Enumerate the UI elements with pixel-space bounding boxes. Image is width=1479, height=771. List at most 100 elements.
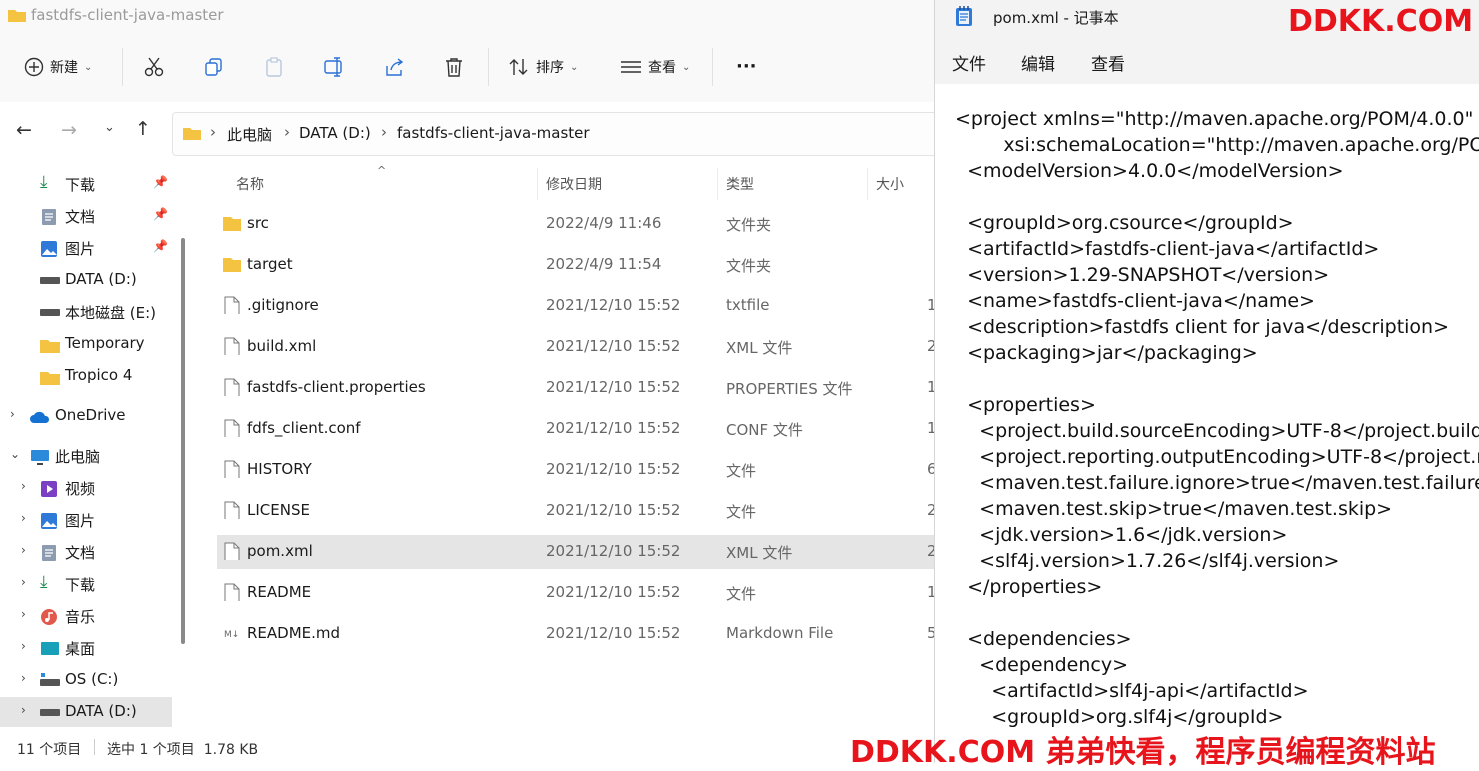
file-icon — [224, 542, 240, 560]
rename-icon[interactable] — [324, 57, 346, 77]
file-date: 2022/4/9 11:46 — [546, 214, 662, 232]
sidebar-item-desktop[interactable]: › 桌面 — [0, 633, 172, 663]
sidebar-item-videos[interactable]: › 视频 — [0, 473, 172, 503]
sidebar-item-label: OneDrive — [55, 406, 126, 424]
column-divider[interactable] — [717, 168, 718, 200]
table-row[interactable]: target 2022/4/9 11:54 文件夹 — [217, 248, 937, 282]
sort-button[interactable]: 排序 ⌄ — [508, 52, 578, 82]
column-header-size[interactable]: 大小 — [876, 174, 904, 194]
column-header-name[interactable]: 名称 — [236, 174, 264, 194]
sidebar-item-temporary[interactable]: Temporary — [0, 329, 172, 359]
sidebar-scrollbar[interactable] — [181, 238, 185, 644]
table-row[interactable]: build.xml 2021/12/10 15:52 XML 文件 2 — [217, 330, 937, 364]
chevron-right-icon[interactable]: › — [21, 703, 26, 717]
chevron-down-icon[interactable]: ⌄ — [10, 447, 20, 461]
column-header-type[interactable]: 类型 — [726, 174, 754, 194]
column-divider[interactable] — [867, 168, 868, 200]
sidebar-item-downloads-pc[interactable]: › ⤓ 下载 — [0, 569, 172, 599]
sidebar-item-os-c[interactable]: › OS (C:) — [0, 665, 172, 695]
sidebar-item-this-pc[interactable]: ⌄ 此电脑 — [0, 441, 172, 471]
sidebar-item-label: 视频 — [65, 480, 96, 498]
drive-icon — [40, 277, 60, 284]
chevron-right-icon[interactable]: › — [10, 407, 15, 421]
menu-view[interactable]: 查看 — [1091, 50, 1125, 75]
column-header-date[interactable]: 修改日期 — [546, 174, 602, 194]
copy-icon[interactable] — [204, 57, 224, 77]
selection-info: 选中 1 个项目 1.78 KB — [107, 742, 259, 758]
breadcrumb-item[interactable]: fastdfs-client-java-master — [397, 124, 590, 142]
drive-icon — [40, 709, 60, 716]
table-row[interactable]: README 2021/12/10 15:52 文件 1 — [217, 576, 937, 610]
new-button[interactable]: 新建 ⌄ — [24, 52, 92, 82]
chevron-right-icon[interactable]: › — [21, 479, 26, 493]
view-button[interactable]: 查看 ⌄ — [620, 52, 690, 82]
up-arrow-icon[interactable]: ↑ — [135, 118, 151, 140]
music-icon — [41, 609, 57, 625]
recent-locations-chevron-icon[interactable]: ⌄ — [104, 120, 115, 135]
sidebar-item-pictures[interactable]: 图片 📌 — [0, 233, 172, 263]
chevron-right-icon[interactable]: › — [21, 511, 26, 525]
file-name: HISTORY — [247, 460, 312, 478]
sidebar-item-label: 图片 — [65, 512, 96, 530]
file-explorer-window: fastdfs-client-java-master 新建 ⌄ 排序 ⌄ 查看 … — [0, 0, 953, 763]
pin-icon: 📌 — [153, 207, 168, 221]
file-date: 2021/12/10 15:52 — [546, 296, 681, 314]
sidebar-item-onedrive[interactable]: › OneDrive — [0, 401, 172, 431]
table-row[interactable]: src 2022/4/9 11:46 文件夹 — [217, 207, 937, 241]
sidebar-item-documents[interactable]: 文档 📌 — [0, 201, 172, 231]
sidebar-item-data-d-pc[interactable]: › DATA (D:) — [0, 697, 172, 727]
sidebar-item-tropico[interactable]: Tropico 4 — [0, 361, 172, 391]
table-row[interactable]: HISTORY 2021/12/10 15:52 文件 6 — [217, 453, 937, 487]
column-divider[interactable] — [537, 168, 538, 200]
folder-icon — [8, 10, 26, 22]
sidebar-item-data-d[interactable]: DATA (D:) — [0, 265, 172, 295]
editor-content[interactable]: <project xmlns="http://maven.apache.org/… — [955, 106, 1479, 730]
sidebar-item-pictures-pc[interactable]: › 图片 — [0, 505, 172, 535]
table-row[interactable]: M↓ README.md 2021/12/10 15:52 Markdown File… — [217, 617, 937, 651]
file-icon — [224, 583, 240, 601]
file-type: 文件夹 — [726, 216, 772, 234]
table-row[interactable]: pom.xml 2021/12/10 15:52 XML 文件 2 — [217, 535, 937, 569]
breadcrumb-chevron-icon: › — [284, 123, 290, 141]
navigation-pane: ⤓ 下载 📌 文档 📌 图片 📌 DATA (D:) 本地磁盘 (E:) Tem… — [0, 164, 190, 730]
sidebar-item-local-e[interactable]: 本地磁盘 (E:) — [0, 297, 172, 327]
sidebar-item-label: 本地磁盘 (E:) — [65, 304, 157, 322]
file-icon — [224, 296, 240, 314]
back-arrow-icon[interactable]: ← — [16, 119, 32, 141]
sidebar-item-music[interactable]: › 音乐 — [0, 601, 172, 631]
share-icon[interactable] — [384, 57, 404, 77]
file-icon — [224, 378, 240, 396]
chevron-down-icon: ⌄ — [682, 61, 691, 73]
cut-icon[interactable] — [144, 57, 164, 77]
file-type: 文件 — [726, 585, 757, 603]
forward-arrow-icon[interactable]: → — [61, 119, 77, 141]
sidebar-item-documents-pc[interactable]: › 文档 — [0, 537, 172, 567]
sidebar-item-downloads[interactable]: ⤓ 下载 📌 — [0, 169, 172, 199]
text-editor[interactable]: <project xmlns="http://maven.apache.org/… — [935, 84, 1479, 763]
delete-icon[interactable] — [444, 57, 464, 77]
sidebar-item-label: 下载 — [65, 576, 96, 594]
sidebar-item-label: Temporary — [65, 334, 145, 352]
menu-edit[interactable]: 编辑 — [1021, 50, 1055, 75]
table-row[interactable]: fastdfs-client.properties 2021/12/10 15:5… — [217, 371, 937, 405]
chevron-right-icon[interactable]: › — [21, 575, 26, 589]
chevron-right-icon[interactable]: › — [21, 639, 26, 653]
menu-file[interactable]: 文件 — [952, 50, 986, 75]
breadcrumb-item[interactable]: DATA (D:) — [299, 124, 371, 142]
explorer-titlebar: fastdfs-client-java-master — [0, 0, 934, 32]
table-row[interactable]: LICENSE 2021/12/10 15:52 文件 2 — [217, 494, 937, 528]
file-type: Markdown File — [726, 624, 834, 642]
chevron-right-icon[interactable]: › — [21, 671, 26, 685]
breadcrumb-item[interactable]: 此电脑 — [227, 124, 272, 145]
chevron-right-icon[interactable]: › — [21, 543, 26, 557]
chevron-right-icon[interactable]: › — [21, 607, 26, 621]
table-row[interactable]: .gitignore 2021/12/10 15:52 txtfile 1 — [217, 289, 937, 323]
address-bar[interactable]: › 此电脑 › DATA (D:) › fastdfs-client-java-… — [172, 112, 953, 156]
paste-icon[interactable] — [264, 57, 284, 77]
file-name: build.xml — [247, 337, 317, 355]
watermark-bottom: DDKK.COM 弟弟快看，程序员编程资料站 — [850, 735, 1436, 770]
markdown-file-icon: M↓ — [224, 630, 239, 640]
window-title: fastdfs-client-java-master — [31, 6, 224, 24]
more-options-button[interactable]: ··· — [736, 51, 757, 81]
table-row[interactable]: fdfs_client.conf 2021/12/10 15:52 CONF 文件 1 — [217, 412, 937, 446]
